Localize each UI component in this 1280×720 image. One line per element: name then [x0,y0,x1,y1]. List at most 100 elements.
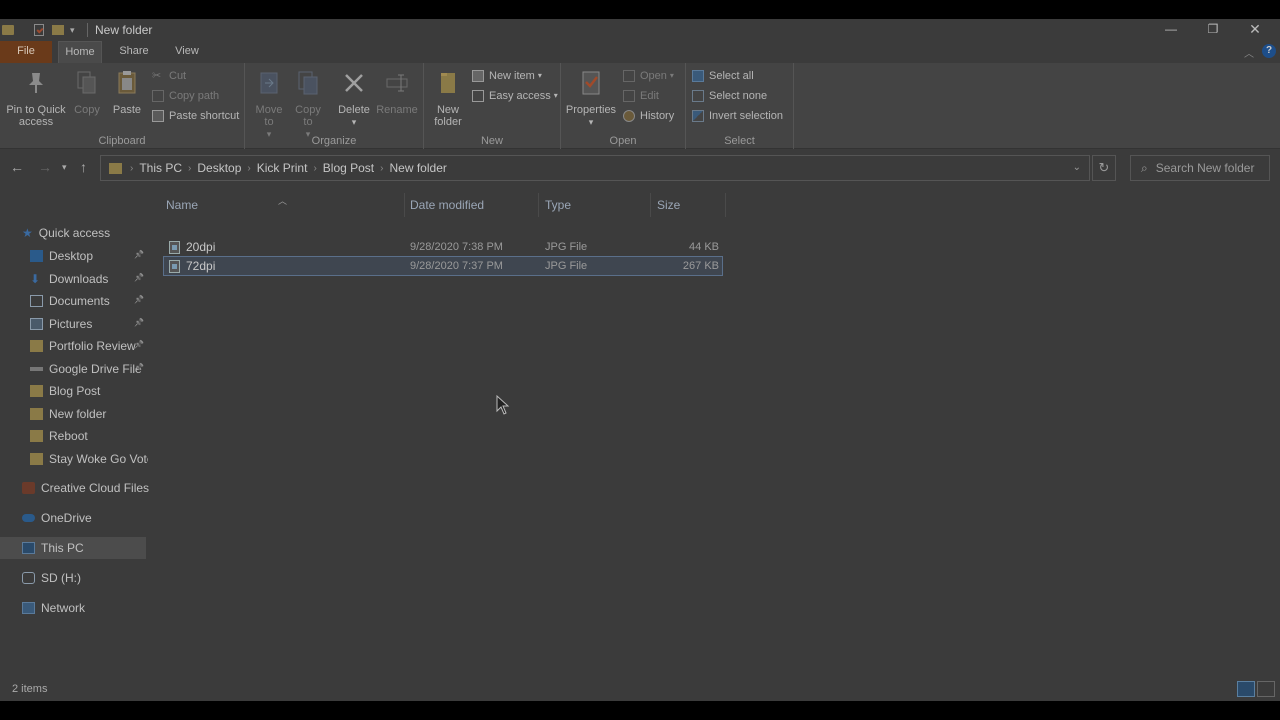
rename-label: Rename [376,104,418,116]
cut-button[interactable]: ✂ Cut [152,67,186,85]
mouse-cursor-icon [496,395,510,415]
edit-button[interactable]: Edit [623,87,659,105]
quick-access-toolbar: ▾ [0,23,75,37]
sidebar-item-documents[interactable]: Documents 📌 [30,290,148,312]
sidebar-item-new-folder[interactable]: New folder [30,403,148,425]
table-row[interactable]: 72dpi 9/28/2020 7:37 PM JPG File 267 KB [163,256,723,276]
rename-button[interactable]: Rename [375,67,419,116]
sidebar-item-label: Desktop [49,249,94,263]
breadcrumb-this-pc[interactable]: This PC [139,161,182,175]
new-group-label: New [480,135,503,147]
column-type[interactable]: Type [539,193,651,217]
refresh-button[interactable]: ↻ [1092,155,1116,181]
new-item-button[interactable]: New item ▾ [472,67,542,85]
close-button[interactable]: ✕ [1234,19,1276,39]
copy-icon [77,71,96,94]
nav-onedrive[interactable]: OneDrive [22,507,168,529]
sidebar-item-desktop[interactable]: Desktop 📌 [30,245,148,267]
chevron-down-icon[interactable]: ⌄ [1073,162,1081,173]
file-name-cell: 20dpi [169,237,215,257]
tab-home[interactable]: Home [58,41,102,63]
table-row[interactable]: 20dpi 9/28/2020 7:38 PM JPG File 44 KB [163,237,723,257]
sidebar-item-pictures[interactable]: Pictures 📌 [30,313,148,335]
nav-sd-drive[interactable]: SD (H:) [22,567,168,589]
forward-button[interactable]: → [38,159,52,175]
nav-network[interactable]: Network [22,597,168,619]
address-bar[interactable]: › This PC › Desktop › Kick Print › Blog … [100,155,1090,181]
column-name[interactable]: Name ︿ [160,193,405,217]
recent-locations-button[interactable]: ▾ [62,162,67,173]
chevron-right-icon[interactable]: › [313,163,316,174]
select-all-button[interactable]: Select all [692,67,754,85]
chevron-right-icon[interactable]: › [188,163,191,174]
pin-icon: 📌 [134,295,144,304]
folder-icon [30,407,43,420]
tab-view[interactable]: View [166,41,208,63]
large-icons-view-button[interactable] [1257,681,1275,697]
sidebar-item-downloads[interactable]: ⬇ Downloads 📌 [30,268,148,290]
nav-this-pc[interactable]: This PC [0,537,146,559]
tab-share[interactable]: Share [110,41,158,63]
chevron-right-icon[interactable]: › [247,163,250,174]
details-view-button[interactable] [1237,681,1255,697]
folder-icon [30,340,43,352]
search-input[interactable]: ⌕ Search New folder [1130,155,1270,181]
back-button[interactable]: ← [10,159,24,175]
open-button[interactable]: Open ▾ [623,67,674,85]
easy-access-label: Easy access [489,90,551,102]
chevron-down-icon: ▾ [588,117,594,127]
easy-access-button[interactable]: Easy access ▾ [472,87,558,105]
organize-group-label: Organize [311,135,357,147]
nav-this-pc-label: This PC [41,541,84,555]
sidebar-item-blog-post[interactable]: Blog Post [30,380,148,402]
invert-selection-button[interactable]: Invert selection [692,107,783,125]
paste-button[interactable]: Paste [110,67,144,116]
properties-button[interactable]: Properties ▾ [565,67,617,128]
pin-quick-access-button[interactable]: Pin to Quick access [4,67,68,128]
chevron-down-icon: ▾ [553,91,558,100]
properties-icon[interactable] [34,24,44,36]
breadcrumb-blog-post[interactable]: Blog Post [323,161,374,175]
minimize-button[interactable]: — [1150,19,1192,39]
sidebar-item-reboot[interactable]: Reboot [30,425,148,447]
new-folder-icon[interactable] [52,25,64,35]
delete-button[interactable]: Delete ▾ [337,67,371,128]
up-button[interactable]: ↑ [80,159,87,175]
breadcrumb-desktop[interactable]: Desktop [197,161,241,175]
customize-toolbar-icon[interactable]: ▾ [70,25,75,36]
open-label: Open [640,70,667,82]
column-date-modified[interactable]: Date modified [404,193,539,217]
nav-quick-access[interactable]: ★ Quick access [22,222,168,244]
copy-path-button[interactable]: Copy path [152,87,219,105]
download-icon: ⬇ [30,271,41,286]
breadcrumb-new-folder[interactable]: New folder [390,161,447,175]
chevron-right-icon[interactable]: › [380,163,383,174]
sidebar-item-google-drive-file[interactable]: Google Drive File 📌 [30,358,148,380]
status-item-count: 2 items [12,683,48,695]
help-icon[interactable]: ? [1262,44,1276,58]
collapse-ribbon-icon[interactable]: ︿ [1244,45,1254,60]
nav-onedrive-label: OneDrive [41,511,92,525]
new-folder-button[interactable]: New folder [430,67,466,128]
sidebar-item-stay-woke-go-vote[interactable]: Stay Woke Go Vote_ [30,448,148,470]
copy-button[interactable]: Copy [72,67,102,116]
select-none-button[interactable]: Select none [692,87,767,105]
sidebar-item-portfolio-review[interactable]: Portfolio Review 📌 [30,335,148,357]
select-all-icon [692,70,704,82]
copy-to-button[interactable]: Copy to ▾ [291,67,325,140]
paste-shortcut-button[interactable]: Paste shortcut [152,107,239,125]
history-button[interactable]: History [623,107,674,125]
edit-icon [623,90,635,102]
tab-file[interactable]: File [0,41,52,63]
copy-path-icon [152,90,164,102]
select-none-icon [692,90,704,102]
column-size[interactable]: Size [651,193,726,217]
address-row: ← → ▾ ↑ › This PC › Desktop › Kick Print… [0,149,1280,187]
restore-button[interactable]: ❐ [1192,19,1234,39]
nav-creative-cloud[interactable]: Creative Cloud Files [22,477,168,499]
move-to-button[interactable]: Move to ▾ [253,67,285,140]
select-group: Select all Select none Invert selection … [686,63,794,149]
breadcrumb-kick-print[interactable]: Kick Print [257,161,308,175]
folder-icon [109,162,122,174]
image-file-icon [169,240,180,254]
